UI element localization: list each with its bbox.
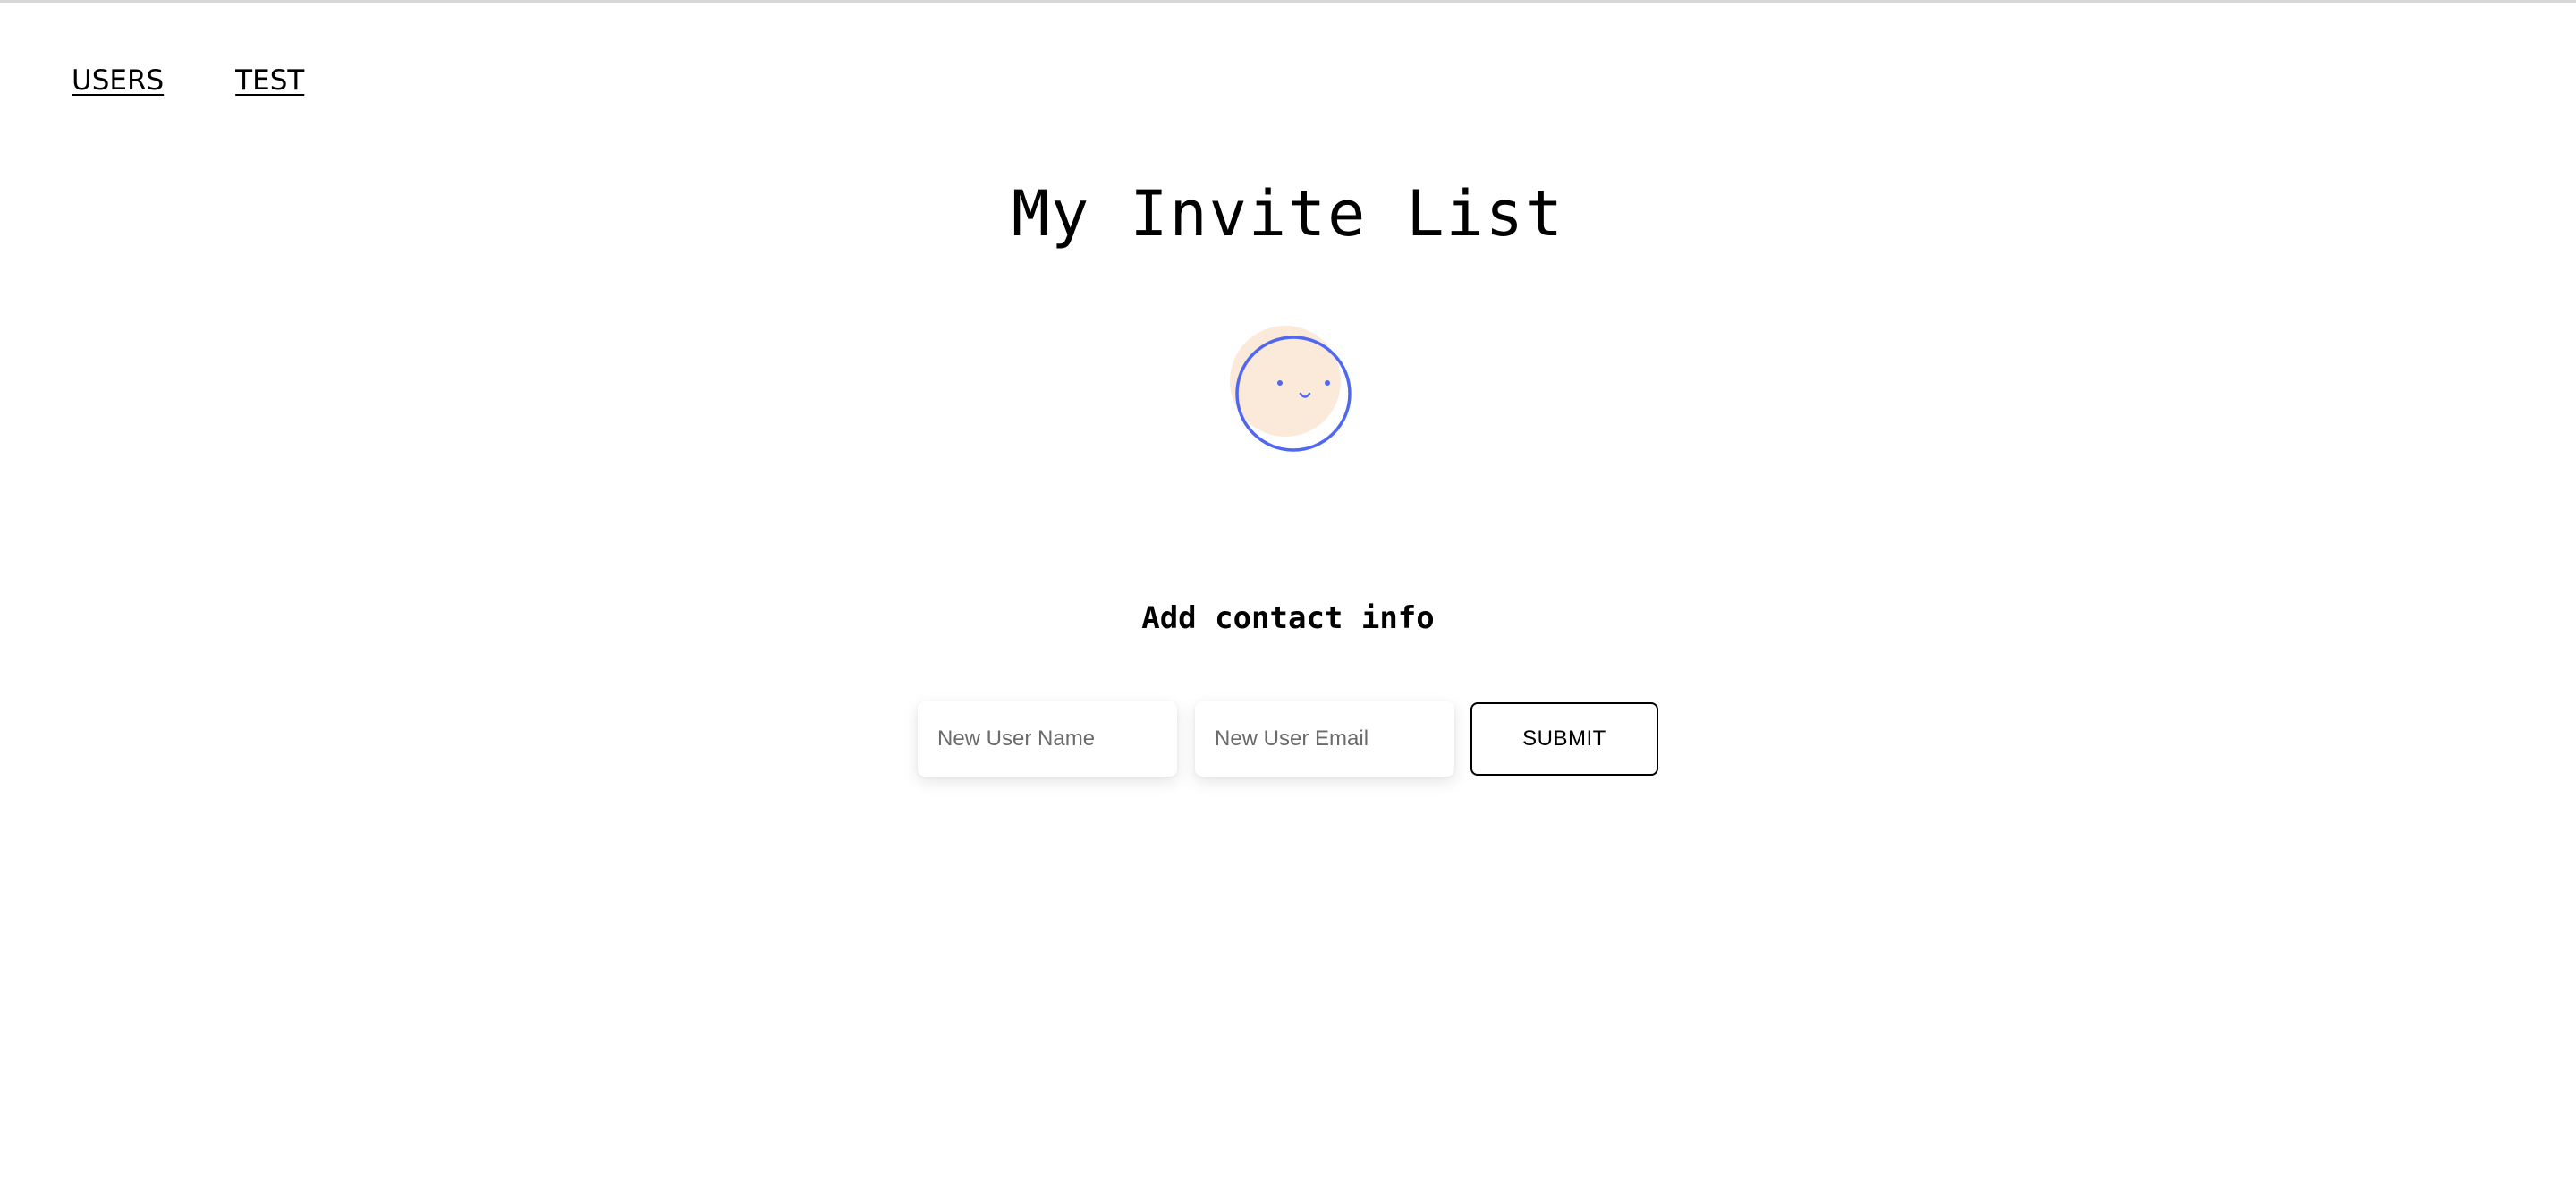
add-user-form: SUBMIT xyxy=(918,701,1658,777)
page-title: My Invite List xyxy=(1011,177,1564,251)
new-user-name-input[interactable] xyxy=(918,701,1177,777)
smiley-face-icon xyxy=(1230,326,1352,452)
add-contact-heading: Add contact info xyxy=(1141,600,1435,636)
avatar xyxy=(1221,322,1355,456)
new-user-email-input[interactable] xyxy=(1195,701,1454,777)
nav-link-test[interactable]: TEST xyxy=(235,64,304,97)
submit-button[interactable]: SUBMIT xyxy=(1470,702,1658,776)
top-border xyxy=(0,0,2576,3)
top-nav: USERS TEST xyxy=(72,64,304,97)
nav-link-users[interactable]: USERS xyxy=(72,64,164,97)
